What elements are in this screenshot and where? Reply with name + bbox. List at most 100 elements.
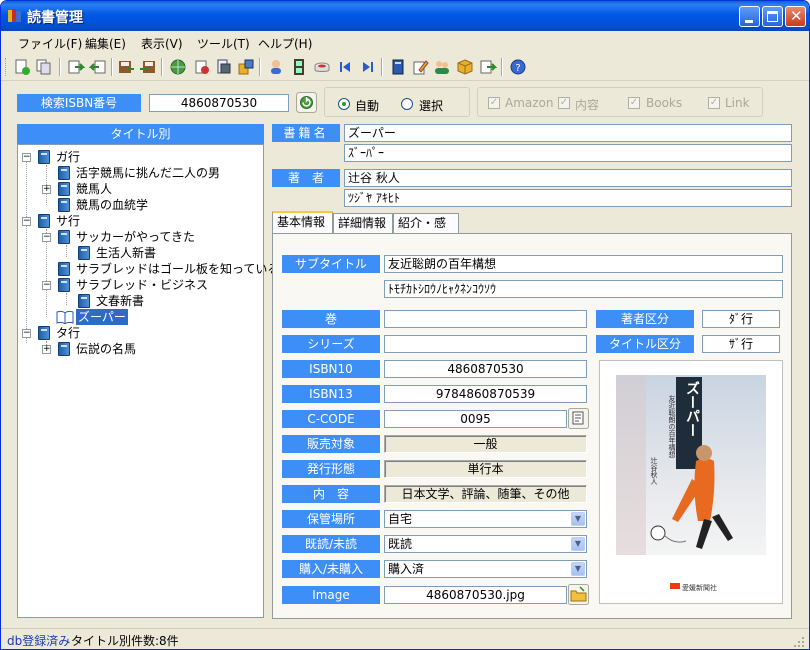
ccode-lookup-button[interactable]	[568, 408, 589, 429]
book-icon[interactable]	[389, 58, 407, 76]
app-icon	[8, 9, 21, 22]
resize-grip-icon[interactable]	[793, 636, 805, 648]
isbn13-field[interactable]: 9784860870539	[384, 385, 587, 403]
last-icon[interactable]	[359, 58, 377, 76]
folder-book-icon	[38, 214, 50, 228]
isbn10-field[interactable]: 4860870530	[384, 360, 587, 378]
collapse-icon[interactable]: −	[22, 217, 31, 226]
image-file-field[interactable]: 4860870530.jpg	[384, 586, 567, 604]
tab-review[interactable]: 紹介・感想	[393, 213, 459, 248]
mode-select-radio[interactable]	[401, 98, 413, 110]
purchase-status-select[interactable]: 購入済 ▼	[384, 560, 587, 578]
read-status-select[interactable]: 既読 ▼	[384, 535, 587, 553]
new-icon[interactable]	[13, 58, 31, 76]
read-status-label: 既読/未読	[282, 535, 380, 553]
web-icon[interactable]	[169, 58, 187, 76]
title-category-field[interactable]: ｻﾞ行	[702, 335, 780, 353]
folder-book-icon	[38, 326, 50, 340]
collapse-icon[interactable]: −	[42, 281, 51, 290]
help-icon[interactable]: ?	[509, 58, 527, 76]
menu-bar: ファイル(F) 編集(E) 表示(V) ツール(T) ヘルプ(H)	[1, 31, 809, 53]
isbn-search-input[interactable]: 4860870530	[149, 94, 289, 112]
tree-item[interactable]: サッカーがやってきた	[76, 229, 195, 245]
tree-group-sa[interactable]: サ行	[56, 213, 80, 229]
user-icon[interactable]	[267, 58, 285, 76]
sales-target-field: 一般	[384, 435, 587, 453]
update-icon[interactable]	[479, 58, 497, 76]
tree-item[interactable]: サラブレッドはゴール板を知っているか	[76, 261, 291, 277]
content-label: 内 容	[282, 485, 380, 503]
publish-form-label: 発行形態	[282, 460, 380, 478]
tab-detail-info[interactable]: 詳細情報	[333, 213, 393, 233]
books-checkbox[interactable]: ✓	[628, 97, 640, 109]
expand-icon[interactable]: +	[42, 345, 51, 354]
tree-group-ga[interactable]: ガ行	[56, 149, 80, 165]
tree-item[interactable]: サラブレッド・ビジネス	[76, 277, 208, 293]
book-icon	[58, 278, 70, 292]
link-checkbox[interactable]: ✓	[708, 97, 720, 109]
people-icon[interactable]	[433, 58, 451, 76]
series-field[interactable]	[384, 335, 587, 353]
maximize-button[interactable]	[762, 6, 783, 27]
author-field[interactable]: 辻谷 秋人	[344, 169, 792, 187]
tree-item-selected[interactable]: ズーパー	[76, 309, 128, 325]
tree-line	[66, 245, 67, 257]
load-icon[interactable]	[139, 58, 157, 76]
print-icon[interactable]	[215, 58, 233, 76]
menu-view[interactable]: 表示(V)	[141, 35, 183, 52]
ccode-field[interactable]: 0095	[384, 410, 567, 428]
folder-book-icon	[38, 150, 50, 164]
first-icon[interactable]	[336, 58, 354, 76]
menu-edit[interactable]: 編集(E)	[85, 35, 126, 52]
menu-file[interactable]: ファイル(F)	[18, 35, 82, 52]
expand-icon[interactable]: +	[42, 185, 51, 194]
tree-header[interactable]: タイトル別	[17, 124, 264, 144]
minimize-button[interactable]	[739, 6, 760, 27]
collapse-icon[interactable]: −	[42, 233, 51, 242]
chevron-down-icon[interactable]: ▼	[571, 512, 585, 526]
isbn-search-label: 検索ISBN番号	[17, 94, 141, 112]
copy-icon[interactable]	[35, 58, 53, 76]
tab-basic-info[interactable]: 基本情報	[272, 211, 333, 234]
amazon-checkbox[interactable]: ✓	[488, 97, 500, 109]
title-bar[interactable]: 読書管理 ✕	[1, 1, 809, 31]
title-tree[interactable]: − ガ行 活字競馬に挑んだ二人の男 + 競馬人 競馬の血統学 − サ行 − サッ…	[17, 144, 291, 618]
storage-select[interactable]: 自宅 ▼	[384, 510, 587, 528]
tree-group-ta[interactable]: タ行	[56, 325, 80, 341]
tree-item[interactable]: 活字競馬に挑んだ二人の男	[76, 165, 220, 181]
author-kana-field[interactable]: ﾂｼﾞﾔ ｱｷﾋﾄ	[344, 189, 792, 207]
tree-item[interactable]: 文春新書	[96, 293, 144, 309]
publish-form-field: 単行本	[384, 460, 587, 478]
link-label: Link	[725, 96, 750, 110]
tree-item[interactable]: 生活人新書	[96, 245, 156, 261]
subtitle-kana-field[interactable]: ﾄﾓﾁｶﾄｼﾛｳﾉﾋｬｸﾈﾝｺｳｿｳ	[384, 280, 783, 298]
package-icon[interactable]	[456, 58, 474, 76]
mode-auto-radio[interactable]	[338, 98, 350, 110]
collapse-icon[interactable]: −	[22, 329, 31, 338]
menu-help[interactable]: ヘルプ(H)	[258, 35, 312, 52]
tree-item[interactable]: 競馬人	[76, 181, 112, 197]
tree-item[interactable]: 伝説の名馬	[76, 341, 136, 357]
content-checkbox[interactable]: ✓	[558, 97, 570, 109]
subtitle-field[interactable]: 友近聡朗の百年構想	[384, 255, 783, 273]
folder-open-button[interactable]	[568, 584, 589, 605]
export-icon[interactable]	[89, 58, 107, 76]
book-title-field[interactable]: ズーパー	[344, 124, 792, 142]
edit-icon[interactable]	[411, 58, 429, 76]
close-button[interactable]: ✕	[785, 6, 806, 27]
cup-icon[interactable]	[313, 58, 331, 76]
volume-field[interactable]	[384, 310, 587, 328]
search-button[interactable]	[296, 92, 317, 113]
book-title-kana-field[interactable]: ｽﾞｰﾊﾟｰ	[344, 144, 792, 162]
import-icon[interactable]	[67, 58, 85, 76]
tree-item[interactable]: 競馬の血統学	[76, 197, 148, 213]
menu-tools[interactable]: ツール(T)	[197, 35, 250, 52]
report-icon[interactable]	[237, 58, 255, 76]
author-category-field[interactable]: ﾀﾞ行	[702, 310, 780, 328]
chevron-down-icon[interactable]: ▼	[571, 562, 585, 576]
save-icon[interactable]	[117, 58, 135, 76]
collapse-icon[interactable]: −	[22, 153, 31, 162]
film-icon[interactable]	[290, 58, 308, 76]
chevron-down-icon[interactable]: ▼	[571, 537, 585, 551]
db-icon[interactable]	[193, 58, 211, 76]
